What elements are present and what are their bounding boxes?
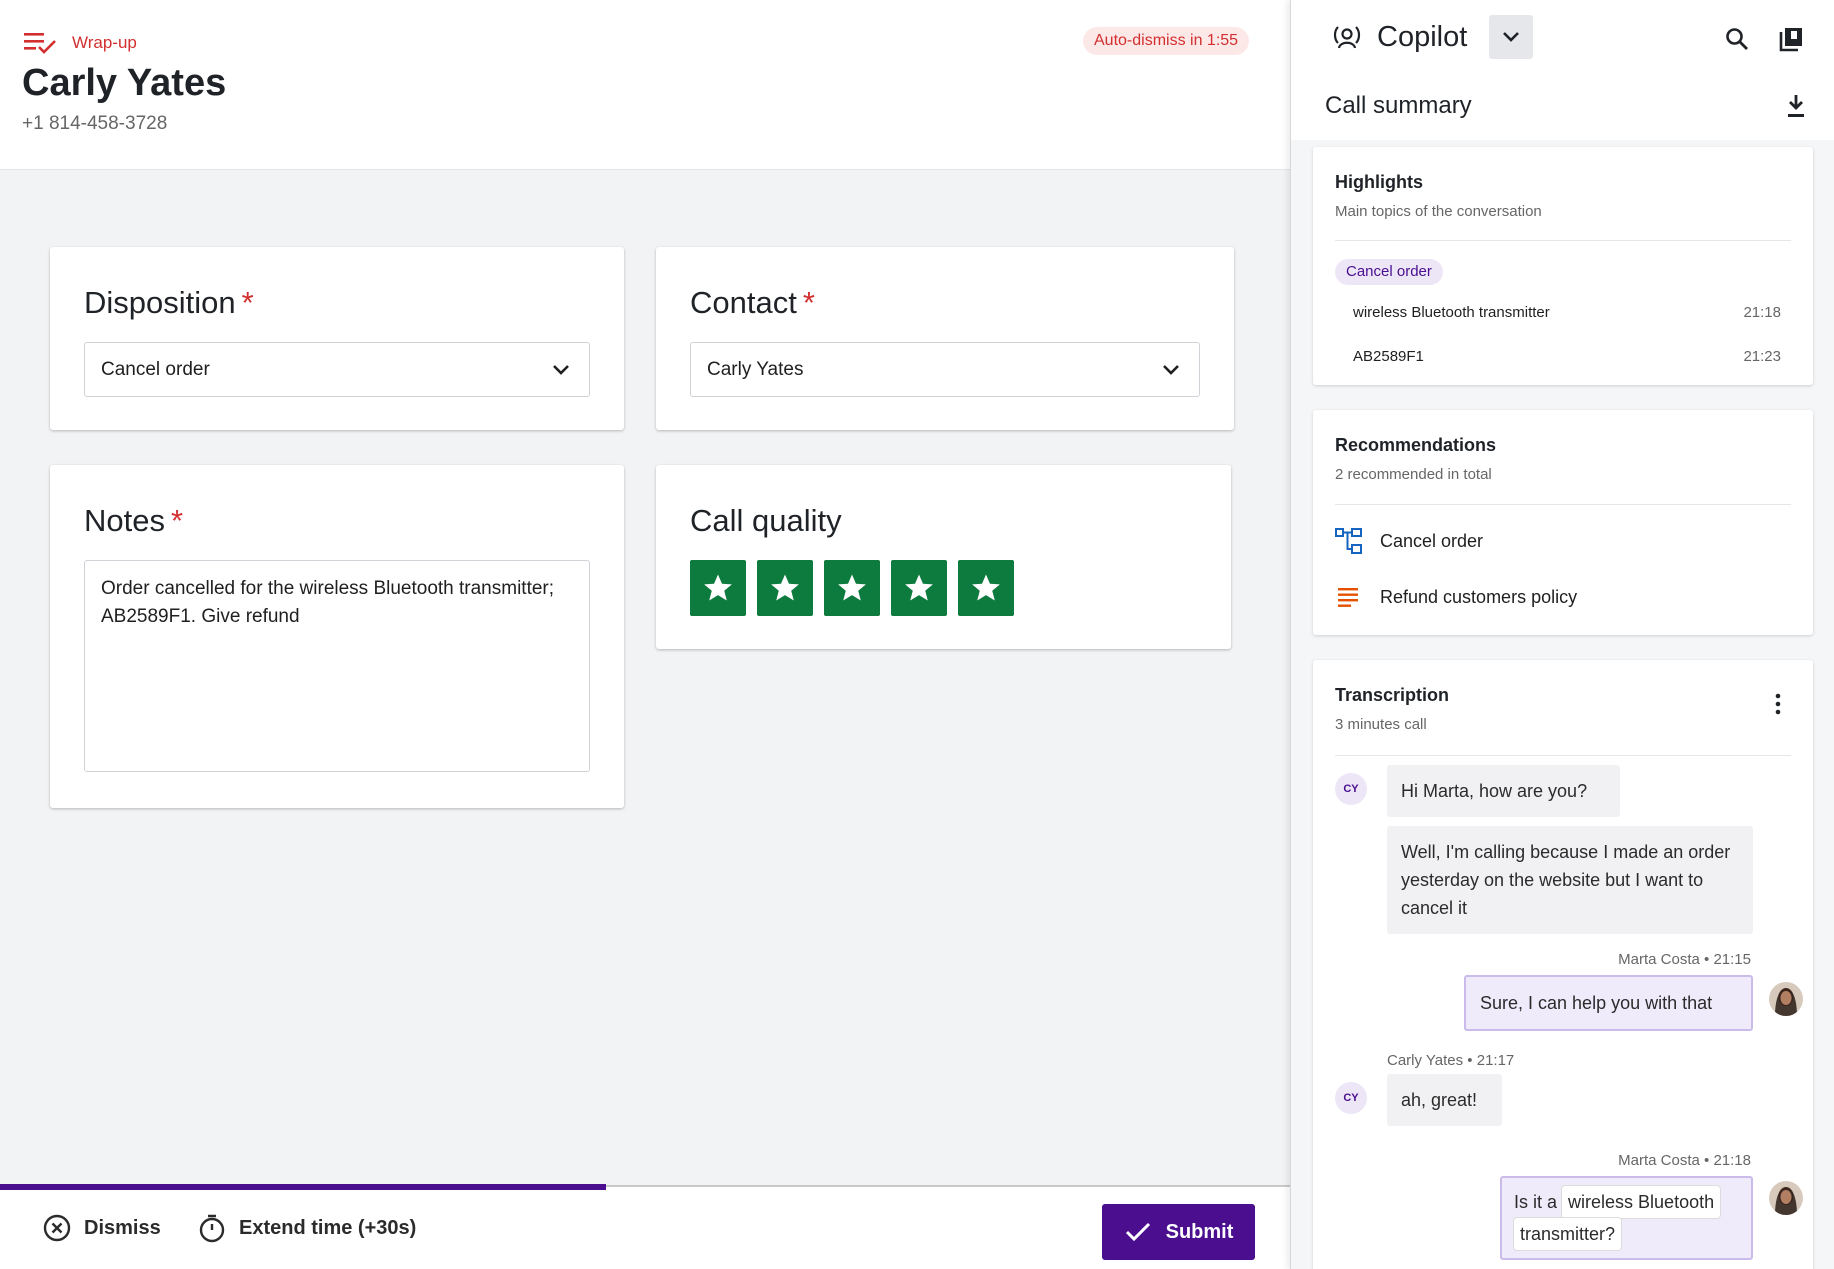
recommendations-title: Recommendations bbox=[1335, 435, 1497, 455]
transcription-subtitle: 3 minutes call bbox=[1335, 716, 1427, 733]
disposition-card: Disposition * Cancel order bbox=[50, 247, 624, 430]
disposition-value: Cancel order bbox=[101, 358, 210, 380]
transcription-card: Transcription 3 minutes call CY Hi Marta… bbox=[1313, 660, 1813, 1269]
call-quality-card: Call quality bbox=[656, 465, 1231, 649]
close-circle-icon bbox=[43, 1214, 71, 1242]
star-icon[interactable] bbox=[958, 560, 1014, 616]
notes-title: Notes * bbox=[84, 503, 184, 538]
required-marker: * bbox=[170, 503, 184, 538]
copilot-panel: Copilot Call summary Highlights Main top… bbox=[1290, 0, 1834, 1269]
divider bbox=[1335, 504, 1791, 505]
copilot-icon bbox=[1333, 26, 1361, 49]
call-summary-title: Call summary bbox=[1325, 92, 1472, 119]
required-marker: * bbox=[802, 285, 815, 320]
star-icon[interactable] bbox=[690, 560, 746, 616]
notes-textarea[interactable]: Order cancelled for the wireless Bluetoo… bbox=[84, 560, 590, 772]
message-bubble-customer: Well, I'm calling because I made an orde… bbox=[1387, 826, 1753, 934]
recommendations-card: Recommendations 2 recommended in total C… bbox=[1313, 410, 1813, 635]
download-icon[interactable] bbox=[1784, 93, 1808, 119]
star-icon[interactable] bbox=[757, 560, 813, 616]
wrapup-header: Wrap-up Carly Yates +1 814-458-3728 Auto… bbox=[0, 0, 1290, 170]
submit-label: Submit bbox=[1165, 1220, 1234, 1243]
timer-progress-bar bbox=[0, 1184, 607, 1190]
agent-photo bbox=[1769, 1181, 1803, 1215]
copilot-header: Copilot Call summary bbox=[1291, 0, 1834, 140]
app-root: Wrap-up Carly Yates +1 814-458-3728 Auto… bbox=[0, 0, 1834, 1269]
disposition-title: Disposition * bbox=[84, 285, 254, 320]
highlights-subtitle: Main topics of the conversation bbox=[1335, 203, 1542, 220]
highlight-item[interactable]: AB2589F1 21:23 bbox=[1353, 348, 1781, 365]
contact-select[interactable]: Carly Yates bbox=[690, 342, 1200, 397]
wrapup-panel: Wrap-up Carly Yates +1 814-458-3728 Auto… bbox=[0, 0, 1290, 1269]
checkmark-icon bbox=[1125, 1222, 1150, 1242]
highlighted-keyword[interactable]: wireless Bluetooth bbox=[1562, 1186, 1721, 1218]
message-meta: Carly Yates • 21:17 bbox=[1387, 1052, 1515, 1069]
message-text: Is it a bbox=[1514, 1192, 1558, 1212]
chevron-down-icon bbox=[553, 364, 569, 375]
message-meta: Marta Costa • 21:18 bbox=[1618, 1152, 1751, 1169]
extend-time-button[interactable]: Extend time (+30s) bbox=[197, 1213, 416, 1243]
recommendations-subtitle: 2 recommended in total bbox=[1335, 466, 1492, 483]
recommendation-label: Cancel order bbox=[1380, 530, 1484, 551]
highlight-time: 21:23 bbox=[1743, 348, 1781, 365]
customer-avatar: CY bbox=[1335, 773, 1367, 805]
divider bbox=[1335, 240, 1791, 241]
chevron-down-icon bbox=[1503, 32, 1520, 42]
message-meta: Marta Costa • 21:15 bbox=[1618, 951, 1751, 968]
message-bubble-customer: Hi Marta, how are you? bbox=[1387, 765, 1620, 817]
recommendation-label: Refund customers policy bbox=[1380, 586, 1578, 607]
library-icon[interactable] bbox=[1778, 26, 1804, 52]
highlight-time: 21:18 bbox=[1743, 304, 1781, 321]
chevron-down-icon bbox=[1163, 364, 1179, 375]
customer-phone: +1 814-458-3728 bbox=[22, 113, 168, 134]
dismiss-label: Dismiss bbox=[84, 1216, 161, 1239]
highlight-text: AB2589F1 bbox=[1353, 348, 1424, 365]
topic-chip[interactable]: Cancel order bbox=[1335, 259, 1443, 285]
call-quality-title: Call quality bbox=[690, 503, 842, 538]
contact-title: Contact * bbox=[690, 285, 815, 320]
recommendation-refund-policy[interactable]: Refund customers policy bbox=[1335, 583, 1577, 611]
highlight-text: wireless Bluetooth transmitter bbox=[1353, 304, 1550, 321]
copilot-title-row: Copilot bbox=[1331, 15, 1534, 59]
stopwatch-icon bbox=[199, 1214, 225, 1243]
message-bubble-customer: ah, great! bbox=[1387, 1074, 1502, 1126]
recommendation-cancel-order[interactable]: Cancel order bbox=[1335, 527, 1483, 555]
message-bubble-agent: Is it a wireless Bluetooth transmitter? bbox=[1500, 1176, 1753, 1260]
more-vertical-icon[interactable] bbox=[1771, 692, 1785, 716]
customer-name: Carly Yates bbox=[22, 62, 227, 104]
required-marker: * bbox=[241, 285, 254, 320]
checklist-icon bbox=[24, 33, 56, 54]
divider bbox=[1335, 755, 1791, 756]
customer-avatar: CY bbox=[1335, 1082, 1367, 1114]
contact-card: Contact * Carly Yates bbox=[656, 247, 1234, 430]
auto-dismiss-badge: Auto-dismiss in 1:55 bbox=[1083, 27, 1250, 55]
dismiss-button[interactable]: Dismiss bbox=[42, 1213, 161, 1243]
wrapup-footer: Dismiss Extend time (+30s) Submit bbox=[0, 1184, 1290, 1269]
wrapup-indicator: Wrap-up bbox=[24, 30, 137, 56]
agent-avatar bbox=[1769, 982, 1803, 1016]
extend-time-label: Extend time (+30s) bbox=[239, 1216, 417, 1239]
highlighted-keyword[interactable]: transmitter? bbox=[1514, 1218, 1622, 1250]
star-rating[interactable] bbox=[690, 560, 1014, 616]
contact-value: Carly Yates bbox=[707, 358, 804, 380]
star-icon[interactable] bbox=[891, 560, 947, 616]
star-icon[interactable] bbox=[824, 560, 880, 616]
flow-icon bbox=[1335, 528, 1362, 554]
search-icon[interactable] bbox=[1724, 26, 1750, 52]
highlights-card: Highlights Main topics of the conversati… bbox=[1313, 147, 1813, 385]
copilot-dropdown-button[interactable] bbox=[1489, 15, 1534, 59]
notes-card: Notes * Order cancelled for the wireless … bbox=[50, 465, 624, 808]
document-lines-icon bbox=[1338, 588, 1358, 607]
highlight-item[interactable]: wireless Bluetooth transmitter 21:18 bbox=[1353, 304, 1781, 321]
message-bubble-agent: Sure, I can help you with that bbox=[1464, 975, 1753, 1031]
submit-button[interactable]: Submit bbox=[1102, 1204, 1255, 1260]
agent-avatar bbox=[1769, 1181, 1803, 1215]
disposition-select[interactable]: Cancel order bbox=[84, 342, 590, 397]
highlights-title: Highlights bbox=[1335, 172, 1423, 192]
copilot-title: Copilot bbox=[1377, 20, 1468, 53]
wrapup-label: Wrap-up bbox=[72, 33, 137, 52]
agent-photo bbox=[1769, 982, 1803, 1016]
transcription-title: Transcription bbox=[1335, 685, 1450, 705]
